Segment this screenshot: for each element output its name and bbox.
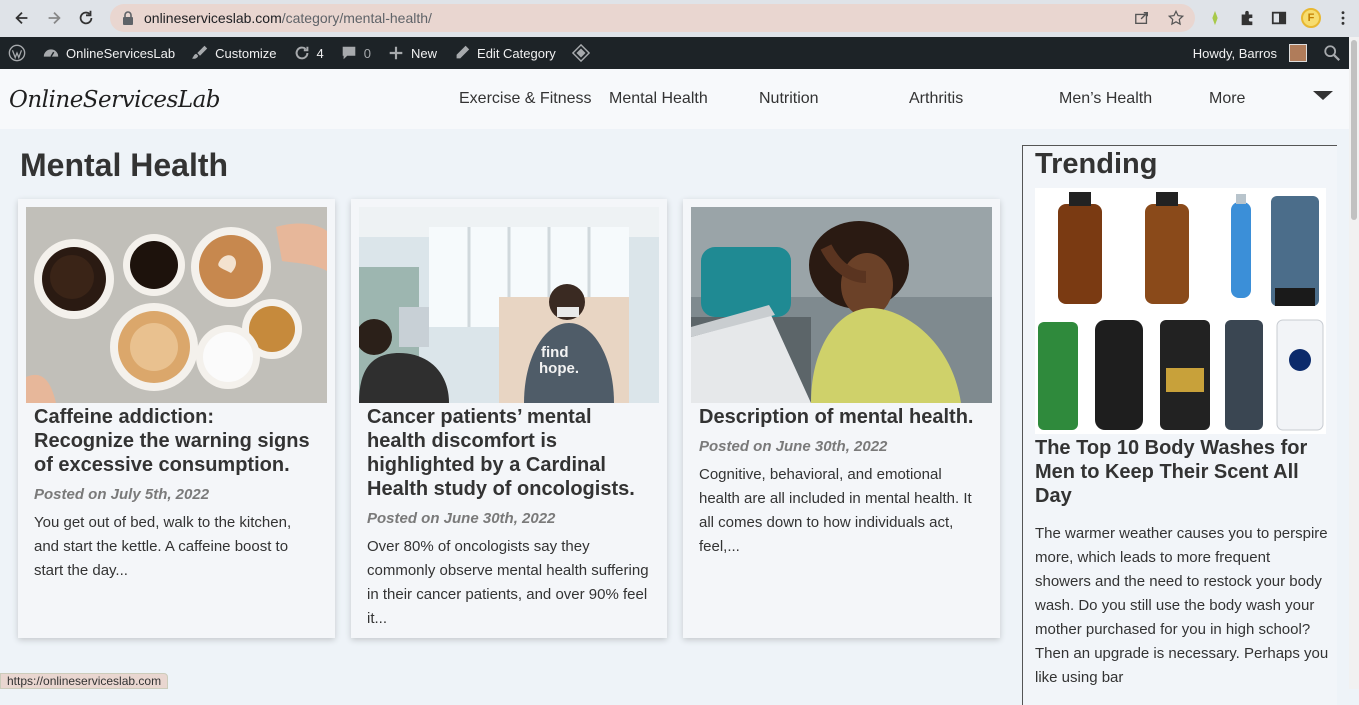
back-button[interactable] — [7, 3, 37, 33]
pencil-icon — [456, 45, 470, 59]
wp-new[interactable]: New — [379, 37, 445, 69]
trending-post-excerpt: The warmer weather causes you to perspir… — [1035, 525, 1329, 686]
post-date: Posted on June 30th, 2022 — [699, 438, 888, 455]
customize-label: Customize — [215, 45, 277, 61]
kebab-menu-icon[interactable] — [1333, 8, 1353, 28]
profile-avatar[interactable]: F — [1301, 8, 1321, 28]
new-label: New — [411, 45, 438, 61]
svg-text:find: find — [541, 344, 569, 361]
nav-more[interactable]: More — [1209, 90, 1245, 108]
url-path: /category/mental-health/ — [281, 10, 432, 26]
nav-arthritis[interactable]: Arthritis — [909, 90, 963, 108]
diamond-icon — [571, 44, 590, 62]
user-avatar — [1289, 44, 1307, 62]
search-icon — [1324, 45, 1340, 61]
address-bar[interactable]: onlineserviceslab.com/category/mental-he… — [110, 4, 1195, 32]
share-icon[interactable] — [1133, 9, 1151, 27]
post-date: Posted on June 30th, 2022 — [367, 510, 556, 527]
site-header: OnlineServicesLab Exercise & Fitness Men… — [0, 69, 1349, 129]
post-excerpt: Over 80% of oncologists say they commonl… — [367, 538, 649, 627]
forward-button[interactable] — [39, 3, 69, 33]
wp-search[interactable] — [1315, 37, 1349, 69]
post-excerpt: Cognitive, behavioral, and emotional hea… — [699, 466, 972, 555]
svg-text:hope.: hope. — [539, 360, 579, 377]
post-excerpt: You get out of bed, walk to the kitchen,… — [34, 514, 292, 579]
page-title: Mental Health — [20, 147, 229, 183]
nav-exercise-fitness[interactable]: Exercise & Fitness — [459, 90, 591, 108]
post-title[interactable]: Cancer patients’ mental health discomfor… — [367, 405, 652, 501]
post-thumbnail-stressed-woman[interactable] — [691, 207, 992, 403]
nav-mens-health[interactable]: Men’s Health — [1059, 90, 1152, 108]
puzzle-icon[interactable] — [1237, 8, 1257, 28]
arrow-right-icon — [48, 11, 61, 25]
dashboard-icon — [43, 49, 59, 57]
updates-icon — [295, 46, 308, 60]
star-icon[interactable] — [1167, 9, 1185, 27]
post-title[interactable]: Caffeine addiction: Recognize the warnin… — [34, 405, 319, 477]
nav-nutrition[interactable]: Nutrition — [759, 90, 819, 108]
reload-icon — [79, 10, 93, 25]
post-date: Posted on July 5th, 2022 — [34, 486, 210, 503]
trending-post-image[interactable] — [1035, 188, 1326, 434]
wp-account[interactable]: Howdy, Barros — [1185, 37, 1315, 69]
nav-mental-health[interactable]: Mental Health — [609, 90, 708, 108]
post-thumbnail-patient[interactable]: find hope. — [359, 207, 659, 403]
extension-leaf-icon[interactable] — [1205, 8, 1225, 28]
comment-icon — [342, 46, 356, 60]
edit-category-label: Edit Category — [477, 45, 556, 61]
wp-site-name[interactable]: OnlineServicesLab — [34, 37, 183, 69]
post-card[interactable]: Caffeine addiction: Recognize the warnin… — [18, 199, 335, 638]
reload-button[interactable] — [71, 3, 101, 33]
wordpress-icon — [8, 44, 26, 62]
trending-post-title[interactable]: The Top 10 Body Washes for Men to Keep T… — [1035, 436, 1325, 508]
menu-caret-down-icon[interactable] — [1313, 91, 1333, 100]
trending-sidebar: Trending The Top 10 Body Washes for Men … — [1022, 145, 1337, 705]
post-title[interactable]: Description of mental health. — [699, 405, 984, 429]
wp-customize[interactable]: Customize — [183, 37, 284, 69]
sidepanel-icon[interactable] — [1269, 8, 1289, 28]
browser-toolbar: onlineserviceslab.com/category/mental-he… — [0, 0, 1359, 37]
wp-edit-category[interactable]: Edit Category — [445, 37, 564, 69]
updates-count: 4 — [316, 45, 324, 61]
arrow-left-icon — [15, 11, 28, 25]
wp-plugin-diamond[interactable] — [564, 37, 598, 69]
site-name-label: OnlineServicesLab — [66, 45, 176, 61]
comments-count: 0 — [363, 45, 372, 61]
status-bar-url: https://onlineserviceslab.com — [0, 673, 169, 689]
post-card[interactable]: Description of mental health. Posted on … — [683, 199, 1000, 638]
wp-updates[interactable]: 4 — [285, 37, 332, 69]
wp-admin-bar: OnlineServicesLab Customize 4 0 New Edit… — [0, 37, 1349, 69]
wp-logo-button[interactable] — [0, 37, 34, 69]
sidebar-title: Trending — [1035, 148, 1158, 180]
brush-icon — [192, 45, 208, 59]
scrollbar-thumb[interactable] — [1351, 40, 1357, 220]
lock-icon — [123, 11, 133, 25]
url-host: onlineserviceslab.com — [144, 10, 282, 26]
plus-icon — [389, 46, 403, 60]
site-logo[interactable]: OnlineServicesLab — [9, 87, 221, 113]
post-card[interactable]: find hope. Cancer patients’ mental healt… — [351, 199, 667, 638]
howdy-label: Howdy, Barros — [1192, 45, 1277, 61]
wp-comments[interactable]: 0 — [332, 37, 379, 69]
post-thumbnail-coffee[interactable] — [26, 207, 327, 403]
